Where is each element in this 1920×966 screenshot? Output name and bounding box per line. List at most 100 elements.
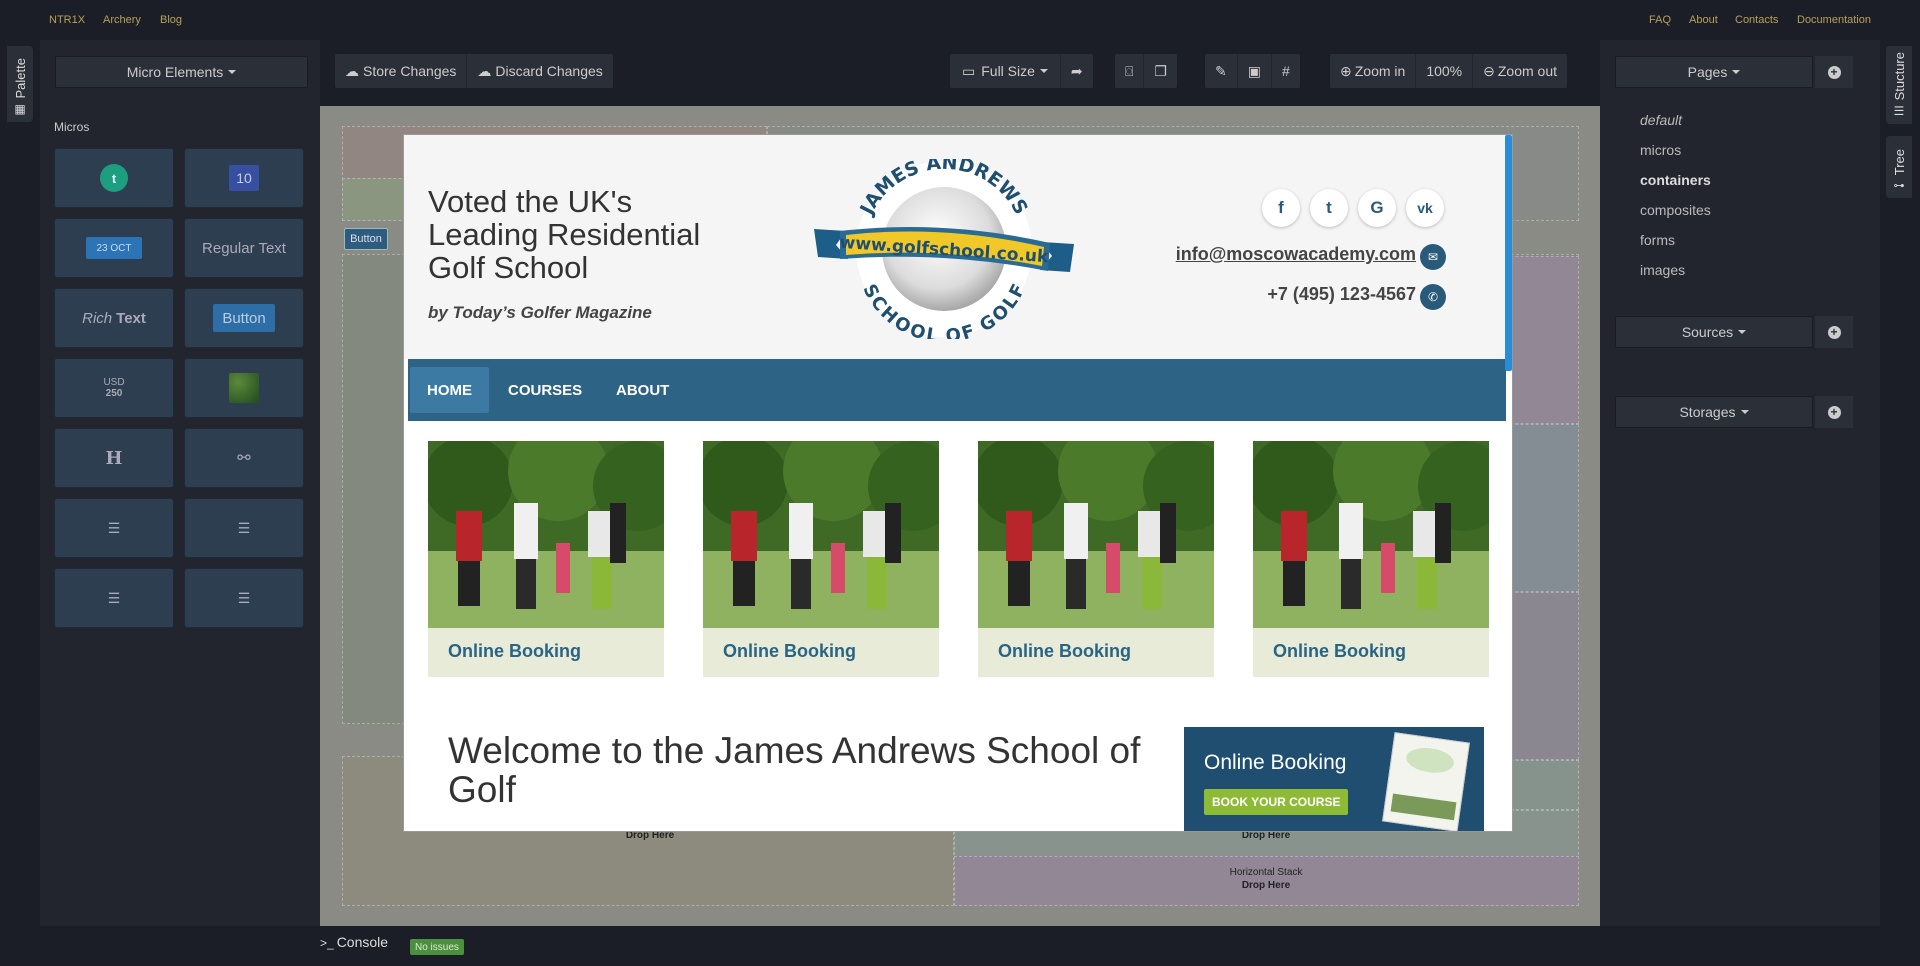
regular-text-label: Regular Text xyxy=(202,239,286,257)
micro-elements-dropdown[interactable]: Micro Elements xyxy=(55,56,308,88)
list-icon: ☰ xyxy=(1893,104,1905,118)
tile-heading[interactable]: H xyxy=(54,428,174,488)
page-item-composites[interactable]: composites xyxy=(1640,202,1711,218)
course-card[interactable]: Online Booking xyxy=(698,421,958,677)
nav-link-ntr1x[interactable]: NTR1X xyxy=(49,14,85,26)
caret-down-icon xyxy=(1039,69,1048,73)
cloud-download-icon: ☁ xyxy=(477,62,492,79)
page-item-forms[interactable]: forms xyxy=(1640,232,1675,248)
zoom-in-button[interactable]: ⊕ Zoom in xyxy=(1330,54,1417,88)
store-changes-button[interactable]: ☁ Store Changes xyxy=(335,54,468,88)
storages-dropdown-label: Storages xyxy=(1679,404,1736,420)
discard-changes-label: Discard Changes xyxy=(495,63,603,79)
share-icon: ➦ xyxy=(1070,62,1083,79)
hashtag-icon: # xyxy=(1281,63,1290,79)
caret-down-icon xyxy=(1740,410,1749,414)
course-card[interactable]: Online Booking xyxy=(423,421,683,677)
card-title: Online Booking xyxy=(448,641,581,661)
nav-link-documentation[interactable]: Documentation xyxy=(1797,14,1871,26)
cloud-upload-icon: ☁ xyxy=(345,62,359,79)
counter-badge: 10 xyxy=(229,165,259,191)
nav-link-blog[interactable]: Blog xyxy=(160,14,182,26)
sources-dropdown[interactable]: Sources xyxy=(1615,316,1813,348)
course-card[interactable]: Online Booking xyxy=(973,421,1233,677)
phone-number: +7 (495) 123-4567 xyxy=(1267,284,1416,304)
copy-button[interactable]: ❐ xyxy=(1144,54,1177,88)
share-button[interactable]: ➦ xyxy=(1061,54,1093,88)
horizontal-stack-label: Horizontal Stack xyxy=(1229,867,1303,878)
tile-align-center[interactable]: ☰ xyxy=(54,568,174,628)
add-storage-button[interactable]: + xyxy=(1815,396,1853,428)
discard-changes-button[interactable]: ☁ Discard Changes xyxy=(467,54,612,88)
page-item-micros[interactable]: micros xyxy=(1640,142,1681,158)
size-dropdown[interactable]: ▭ Full Size xyxy=(950,54,1061,88)
facebook-button[interactable]: f xyxy=(1262,189,1300,227)
button-element-chip[interactable]: Button xyxy=(344,228,388,250)
tile-rich-text[interactable]: Rich Text xyxy=(54,288,174,348)
drop-here-label: Drop Here xyxy=(1241,880,1291,891)
grid-button[interactable]: # xyxy=(1272,54,1300,88)
console-status-badge: No issues xyxy=(410,939,464,955)
golf-school-logo: JAMES ANDREWS SCHOOL OF GOLF www.golfsch… xyxy=(814,159,1074,339)
zoom-out-icon: ⊖ xyxy=(1483,62,1495,79)
nav-about[interactable]: ABOUT xyxy=(599,367,686,413)
paste-button[interactable]: ⌼ xyxy=(1115,54,1145,88)
align-left-icon: ☰ xyxy=(107,519,121,536)
course-card[interactable]: Online Booking xyxy=(1248,421,1508,677)
storages-dropdown[interactable]: Storages xyxy=(1615,396,1813,428)
golf-photo xyxy=(973,421,1233,628)
console-toggle[interactable]: >_ Console xyxy=(320,934,388,950)
golf-photo xyxy=(698,421,958,628)
tile-button[interactable]: Button xyxy=(184,288,304,348)
modal-scrollbar[interactable] xyxy=(1505,135,1512,371)
image-button[interactable]: ▣ xyxy=(1238,54,1272,88)
tile-align-right[interactable]: ☰ xyxy=(184,498,304,558)
console-label: Console xyxy=(336,934,389,950)
envelope-icon: ✉ xyxy=(1420,244,1446,270)
zoom-out-button[interactable]: ⊖ Zoom out xyxy=(1473,54,1567,88)
page-item-default[interactable]: default xyxy=(1640,112,1682,128)
zoom-level: 100% xyxy=(1416,54,1474,88)
book-course-button[interactable]: BOOK YOUR COURSE xyxy=(1204,789,1349,815)
nav-courses[interactable]: COURSES xyxy=(491,367,599,413)
twitter-button[interactable]: t xyxy=(1310,189,1348,227)
golf-photo xyxy=(1248,421,1508,628)
caret-down-icon xyxy=(228,70,237,74)
google-button[interactable]: G xyxy=(1358,189,1396,227)
link-icon: ⚯ xyxy=(237,450,251,467)
add-page-button[interactable]: + xyxy=(1815,56,1853,88)
pages-dropdown-label: Pages xyxy=(1687,64,1728,80)
nav-home[interactable]: HOME xyxy=(410,367,489,413)
tile-align-justify[interactable]: ☰ xyxy=(184,568,304,628)
nav-link-contacts[interactable]: Contacts xyxy=(1735,14,1778,26)
structure-rail[interactable]: Stucture ☰ xyxy=(1886,46,1912,124)
palette-rail[interactable]: Palette ▦ xyxy=(7,46,33,122)
pages-dropdown[interactable]: Pages xyxy=(1615,56,1813,88)
zoom-out-label: Zoom out xyxy=(1497,63,1557,79)
tile-currency[interactable]: USD 250 xyxy=(54,358,174,418)
attachment-button[interactable]: ✎ xyxy=(1205,54,1238,88)
tile-social[interactable]: t xyxy=(54,148,174,208)
micro-elements-label: Micro Elements xyxy=(126,64,224,80)
welcome-heading: Welcome to the James Andrews School of G… xyxy=(448,730,1141,810)
nav-link-archery[interactable]: Archery xyxy=(103,14,141,26)
page-item-images[interactable]: images xyxy=(1640,262,1685,278)
page-item-containers[interactable]: containers xyxy=(1640,172,1711,188)
email-link[interactable]: info@moscowacademy.com xyxy=(1176,244,1416,265)
tile-counter[interactable]: 10 xyxy=(184,148,304,208)
add-source-button[interactable]: + xyxy=(1815,316,1853,348)
tile-date[interactable]: 23 OCT xyxy=(54,218,174,278)
vk-button[interactable]: vk xyxy=(1406,189,1444,227)
brochure-image xyxy=(1382,732,1470,831)
button-sample: Button xyxy=(213,304,275,332)
tile-align-left[interactable]: ☰ xyxy=(54,498,174,558)
align-center-icon: ☰ xyxy=(107,589,121,606)
tree-rail[interactable]: Tree ⊶ xyxy=(1886,136,1912,198)
tile-regular-text[interactable]: Regular Text xyxy=(184,218,304,278)
nav-link-about[interactable]: About xyxy=(1689,14,1718,26)
plus-circle-icon: + xyxy=(1827,405,1841,419)
nav-link-faq[interactable]: FAQ xyxy=(1649,14,1671,26)
image-thumbnail xyxy=(229,373,259,403)
tile-image[interactable] xyxy=(184,358,304,418)
tile-link[interactable]: ⚯ xyxy=(184,428,304,488)
